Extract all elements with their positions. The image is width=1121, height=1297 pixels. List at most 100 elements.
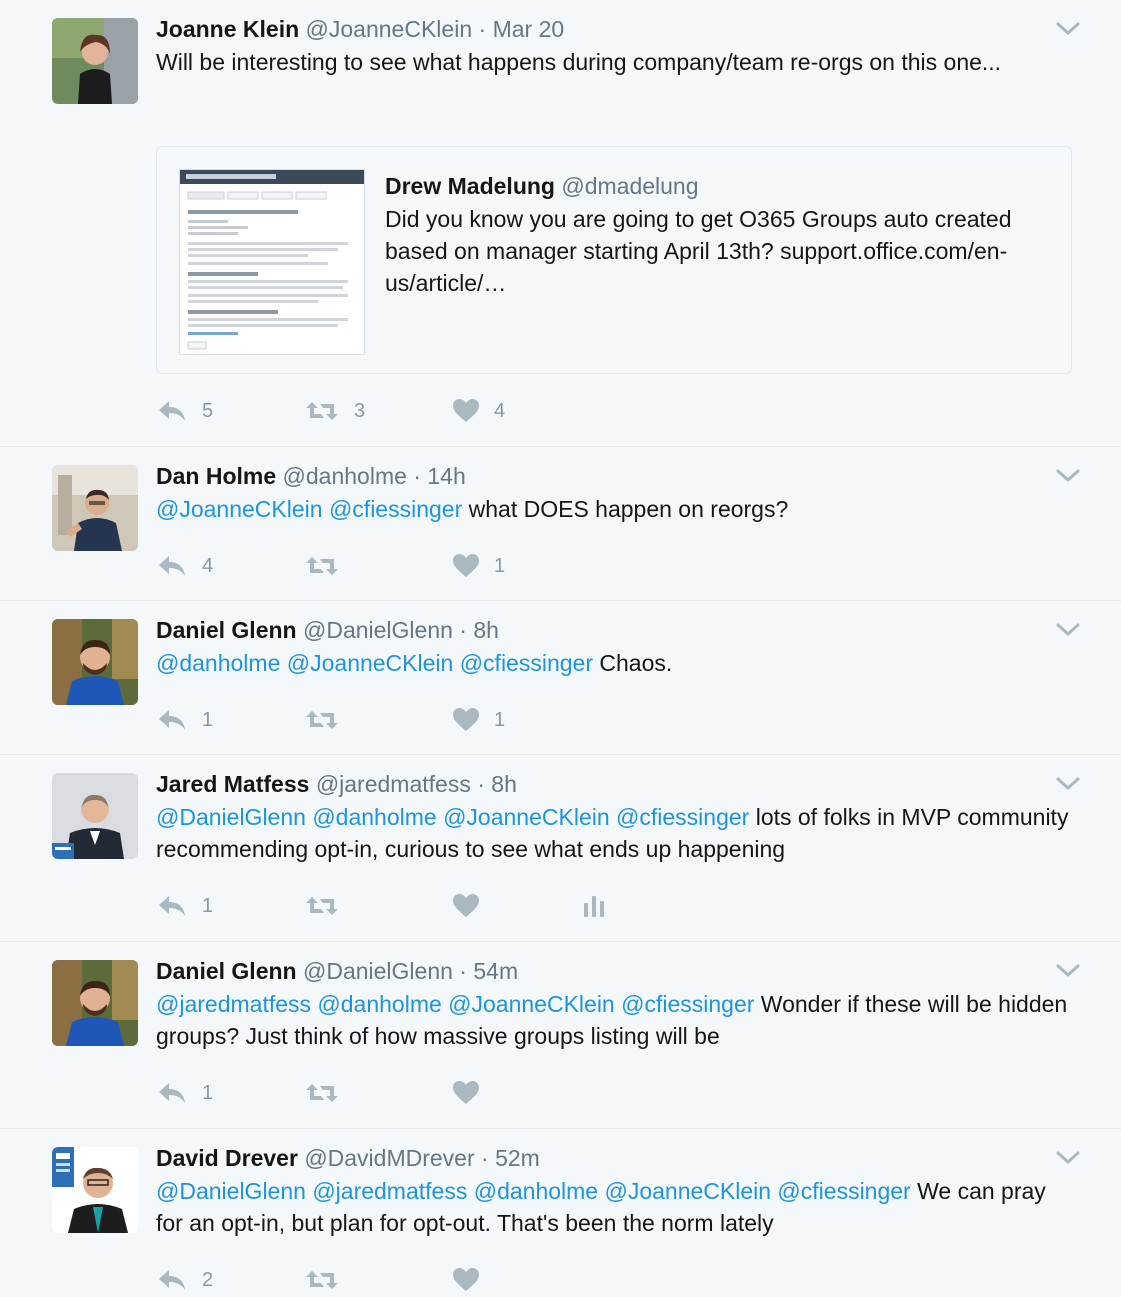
reply-button[interactable]: 4	[156, 553, 304, 579]
tweet-header: Joanne Klein @JoanneCKlein · Mar 20	[156, 14, 1073, 44]
timestamp[interactable]: Mar 20	[493, 16, 565, 42]
more-options-button[interactable]	[1055, 1147, 1081, 1167]
tweet-header: Daniel Glenn @DanielGlenn · 54m	[156, 956, 1073, 986]
tweet-actions: 1	[156, 891, 606, 921]
more-options-button[interactable]	[1055, 773, 1081, 793]
author-handle[interactable]: @DanielGlenn	[303, 617, 453, 643]
avatar[interactable]	[52, 18, 138, 104]
separator: ·	[472, 16, 493, 42]
quoted-tweet-header: Drew Madelung @dmadelung	[385, 171, 1051, 201]
author-name[interactable]: Joanne Klein	[156, 16, 299, 42]
tweet-content: Dan Holme @danholme · 14h @JoanneCKlein …	[156, 461, 1073, 525]
retweet-button[interactable]	[304, 1080, 452, 1106]
avatar[interactable]	[52, 619, 138, 705]
like-button[interactable]	[452, 893, 582, 919]
author-name[interactable]: Daniel Glenn	[156, 617, 297, 643]
reply-button[interactable]: 2	[156, 1267, 304, 1293]
like-button[interactable]	[452, 1080, 582, 1106]
author-handle[interactable]: @DavidMDrever	[304, 1145, 474, 1171]
more-options-button[interactable]	[1055, 465, 1081, 485]
like-button[interactable]: 4	[452, 398, 582, 424]
tweet[interactable]: Jared Matfess @jaredmatfess · 8h @Daniel…	[0, 755, 1121, 942]
author-handle[interactable]: @danholme	[283, 463, 407, 489]
avatar[interactable]	[52, 960, 138, 1046]
tweet-mentions[interactable]: @DanielGlenn @jaredmatfess @danholme @Jo…	[156, 1178, 911, 1204]
more-options-button[interactable]	[1055, 18, 1081, 38]
tweet[interactable]: David Drever @DavidMDrever · 52m @Daniel…	[0, 1129, 1121, 1297]
chevron-down-icon	[1056, 623, 1080, 636]
reply-count: 4	[202, 554, 214, 577]
tweet[interactable]: Dan Holme @danholme · 14h @JoanneCKlein …	[0, 447, 1121, 601]
tweet-text: @DanielGlenn @danholme @JoanneCKlein @cf…	[156, 801, 1073, 865]
reply-button[interactable]: 1	[156, 1080, 304, 1106]
reply-count: 5	[202, 399, 214, 422]
tweet-mentions[interactable]: @JoanneCKlein @cfiessinger	[156, 496, 462, 522]
heart-icon	[453, 399, 479, 422]
tweet[interactable]: Joanne Klein @JoanneCKlein · Mar 20 Will…	[0, 0, 1121, 447]
tweet-header: David Drever @DavidMDrever · 52m	[156, 1143, 1073, 1173]
timestamp[interactable]: 52m	[495, 1145, 540, 1171]
author-handle[interactable]: @DanielGlenn	[303, 958, 453, 984]
timestamp[interactable]: 54m	[473, 958, 518, 984]
reply-button[interactable]: 1	[156, 707, 304, 733]
reply-icon	[159, 401, 185, 421]
reply-icon	[159, 556, 185, 576]
analytics-button[interactable]	[582, 893, 606, 919]
heart-icon	[453, 894, 479, 917]
like-button[interactable]: 1	[452, 707, 582, 733]
retweet-icon	[306, 1084, 338, 1102]
author-name[interactable]: Jared Matfess	[156, 771, 309, 797]
tweet-content: Jared Matfess @jaredmatfess · 8h @Daniel…	[156, 769, 1073, 865]
heart-icon	[453, 1268, 479, 1291]
tweet[interactable]: Daniel Glenn @DanielGlenn · 8h @danholme…	[0, 601, 1121, 755]
reply-button[interactable]: 5	[156, 398, 304, 424]
reply-icon	[159, 710, 185, 730]
quoted-tweet[interactable]: Drew Madelung @dmadelung Did you know yo…	[156, 146, 1072, 374]
chevron-down-icon	[1056, 22, 1080, 35]
reply-count: 1	[202, 708, 214, 731]
avatar[interactable]	[52, 773, 138, 859]
tweet-text: Will be interesting to see what happens …	[156, 49, 1002, 75]
separator: ·	[470, 771, 492, 797]
more-options-button[interactable]	[1055, 619, 1081, 639]
retweet-icon	[306, 402, 338, 420]
tweet-content: Daniel Glenn @DanielGlenn · 54m @jaredma…	[156, 956, 1073, 1052]
tweet-mentions[interactable]: @danholme @JoanneCKlein @cfiessinger	[156, 650, 593, 676]
tweet[interactable]: Daniel Glenn @DanielGlenn · 54m @jaredma…	[0, 942, 1121, 1129]
avatar[interactable]	[52, 1147, 138, 1233]
timestamp[interactable]: 14h	[427, 463, 465, 489]
author-name[interactable]: Daniel Glenn	[156, 958, 297, 984]
timestamp[interactable]: 8h	[473, 617, 499, 643]
avatar[interactable]	[52, 465, 138, 551]
retweet-button[interactable]: 3	[304, 398, 452, 424]
tweet-header: Daniel Glenn @DanielGlenn · 8h	[156, 615, 1073, 645]
more-options-button[interactable]	[1055, 960, 1081, 980]
quoted-author-handle[interactable]: @dmadelung	[561, 173, 698, 199]
tweet-content: Joanne Klein @JoanneCKlein · Mar 20 Will…	[156, 14, 1073, 78]
quoted-tweet-body: Drew Madelung @dmadelung Did you know yo…	[385, 171, 1051, 299]
reply-icon	[159, 1083, 185, 1103]
tweet-timeline: Joanne Klein @JoanneCKlein · Mar 20 Will…	[0, 0, 1121, 1297]
reply-button[interactable]: 1	[156, 893, 304, 919]
tweet-mentions[interactable]: @DanielGlenn @danholme @JoanneCKlein @cf…	[156, 804, 749, 830]
author-name[interactable]: David Drever	[156, 1145, 298, 1171]
like-button[interactable]: 1	[452, 553, 582, 579]
like-button[interactable]	[452, 1267, 582, 1293]
retweet-icon	[306, 1271, 338, 1289]
quoted-author-name[interactable]: Drew Madelung	[385, 173, 555, 199]
tweet-content: Daniel Glenn @DanielGlenn · 8h @danholme…	[156, 615, 1073, 679]
heart-icon	[453, 554, 479, 577]
author-name[interactable]: Dan Holme	[156, 463, 276, 489]
retweet-button[interactable]	[304, 1267, 452, 1293]
tweet-actions: 2	[156, 1265, 582, 1295]
tweet-actions: 4 1	[156, 551, 582, 581]
tweet-text: @jaredmatfess @danholme @JoanneCKlein @c…	[156, 988, 1073, 1052]
like-count: 1	[494, 554, 506, 577]
author-handle[interactable]: @JoanneCKlein	[306, 16, 473, 42]
tweet-mentions[interactable]: @jaredmatfess @danholme @JoanneCKlein @c…	[156, 991, 754, 1017]
retweet-button[interactable]	[304, 553, 452, 579]
author-handle[interactable]: @jaredmatfess	[316, 771, 471, 797]
timestamp[interactable]: 8h	[491, 771, 517, 797]
retweet-button[interactable]	[304, 893, 452, 919]
retweet-button[interactable]	[304, 707, 452, 733]
